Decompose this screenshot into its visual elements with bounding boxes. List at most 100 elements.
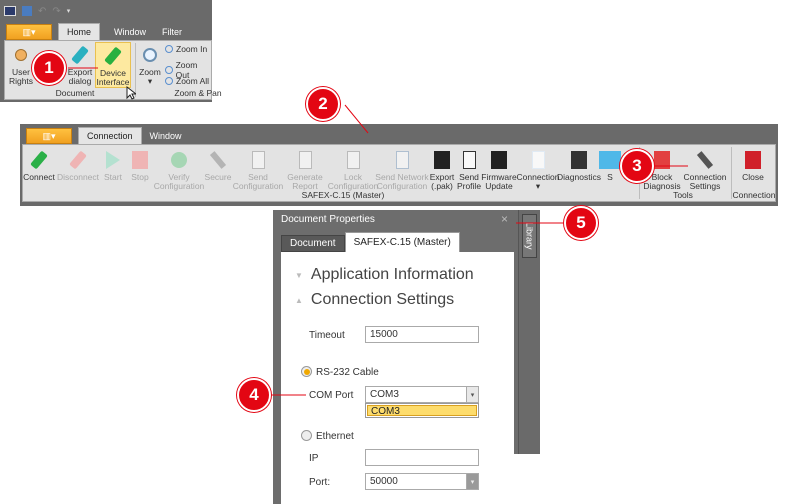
ribbon-button-stop[interactable]: Stop (127, 149, 153, 182)
rs232-label: RS-232 Cable (316, 367, 379, 378)
document-icon (527, 149, 549, 171)
wrench-icon (694, 149, 716, 171)
ribbon-button-connection[interactable]: Connection ▾ (517, 149, 560, 191)
timeout-label: Timeout (309, 330, 345, 341)
export-dialog-button[interactable]: Export dialog (65, 44, 95, 86)
com-port-select[interactable]: COM3 ▾ (365, 386, 479, 403)
callout-2: 2 (306, 87, 340, 121)
tab-window[interactable]: Window (106, 23, 154, 40)
network-document-icon (391, 149, 413, 171)
callout-4: 4 (237, 378, 271, 412)
port-label: Port: (309, 477, 331, 488)
com-port-label: COM Port (309, 390, 354, 401)
collapse-icon: ▲ (295, 295, 303, 305)
document-properties-panel: Document Properties × Document SAFEX-C.1… (273, 210, 538, 504)
app-menu-button[interactable]: ▥▾ (26, 128, 72, 144)
group-label-device: SAFEX-C.15 (Master) (301, 190, 385, 200)
group-label-tools: Tools (673, 190, 693, 200)
diagnostics-icon (568, 149, 590, 171)
ribbon-button-firmware-update[interactable]: Firmware Update (481, 149, 517, 191)
block-diagnosis-icon (651, 149, 673, 171)
plug-red-icon (67, 149, 89, 171)
send-profile-icon (458, 149, 480, 171)
ribbon-button-start[interactable]: Start (101, 149, 125, 182)
chevron-down-icon[interactable]: ▾ (466, 474, 478, 489)
close-icon[interactable]: × (501, 212, 508, 226)
tab-safex-master[interactable]: SAFEX-C.15 (Master) (344, 232, 460, 252)
zoom-all-icon (165, 77, 173, 85)
qat-dropdown-icon[interactable]: ▾ (67, 7, 71, 15)
checkmark-icon (168, 149, 190, 171)
port-select[interactable]: 50000 ▾ (365, 473, 479, 490)
background-gap (508, 454, 538, 504)
ribbon-button-connection-settings[interactable]: Connection Settings (681, 149, 729, 191)
chevron-down-icon[interactable]: ▾ (466, 387, 478, 402)
callout-3: 3 (620, 149, 654, 183)
export-dialog-icon (69, 44, 91, 66)
ribbon-button-send-network-configuration[interactable]: Send Network Configuration (375, 149, 429, 191)
expand-icon: ▼ (295, 270, 303, 280)
timeout-input[interactable]: 15000 (365, 326, 479, 343)
home-ribbon: ↶ ↷ ▾ ▥▾ Home Window Filter User Rights … (0, 0, 222, 102)
magnifier-icon (139, 44, 161, 66)
device-interface-button[interactable]: Device Interface (95, 42, 131, 88)
send-document-icon (247, 149, 269, 171)
group-label-document: Document (55, 88, 95, 98)
app-logo-icon (4, 6, 16, 16)
group-label-connection: Connection (732, 190, 776, 200)
tab-window[interactable]: Window (142, 127, 190, 144)
section-application-information[interactable]: ▼ Application Information (295, 266, 474, 284)
section-connection-settings[interactable]: ▲ Connection Settings (295, 291, 454, 309)
ribbon-button-verify-configuration[interactable]: Verify Configuration (154, 149, 204, 191)
zoom-in-button[interactable]: Zoom In (165, 44, 207, 54)
stop-icon (129, 149, 151, 171)
plug-green-icon (28, 149, 50, 171)
redo-icon[interactable]: ↷ (52, 6, 60, 17)
user-rights-icon (10, 44, 32, 66)
ip-label: IP (309, 453, 319, 464)
ribbon-button-connect[interactable]: Connect (23, 149, 55, 182)
ribbon-button-close[interactable]: Close (731, 149, 775, 182)
zoom-in-icon (165, 45, 173, 53)
undo-icon[interactable]: ↶ (38, 6, 46, 17)
key-icon (207, 149, 229, 171)
tab-filter[interactable]: Filter (154, 23, 190, 40)
tab-connection[interactable]: Connection (78, 127, 142, 144)
ribbon-button-diagnostics[interactable]: Diagnostics (557, 149, 601, 182)
connection-ribbon: ▥▾ Connection Window Connect Disconnect St… (20, 124, 778, 206)
user-rights-button[interactable]: User Rights (7, 44, 35, 86)
callout-1: 1 (32, 51, 66, 85)
ribbon-button-s[interactable]: S (599, 149, 621, 182)
group-label-zoom-pan: Zoom & Pan (174, 88, 222, 98)
ethernet-radio[interactable] (301, 430, 312, 441)
zoom-button[interactable]: Zoom ▾ (138, 44, 162, 86)
radio-selected-dot (303, 368, 310, 375)
tab-document[interactable]: Document (281, 235, 345, 252)
library-tab[interactable]: Library (522, 214, 537, 258)
ribbon-button-send-configuration[interactable]: Send Configuration (233, 149, 283, 191)
ribbon-button-disconnect[interactable]: Disconnect (57, 149, 99, 182)
zoom-all-button[interactable]: Zoom All (165, 76, 209, 86)
ethernet-label: Ethernet (316, 431, 354, 442)
dropdown-option-com3[interactable]: COM3 (367, 405, 477, 417)
com-port-dropdown: COM3 (365, 403, 479, 418)
tab-home[interactable]: Home (58, 23, 101, 40)
zoom-out-icon (165, 66, 173, 74)
ribbon-button-lock-configuration[interactable]: Lock Configuration (328, 149, 378, 191)
callout-5: 5 (564, 206, 598, 240)
report-icon (294, 149, 316, 171)
rs232-radio[interactable] (301, 366, 312, 377)
mouse-cursor-icon (126, 86, 136, 100)
play-icon (102, 149, 124, 171)
ribbon-button-send-profile[interactable]: Send Profile (457, 149, 481, 191)
ribbon-button-export-pak[interactable]: Export (.pak) (429, 149, 455, 191)
save-icon[interactable] (22, 6, 32, 16)
screen-icon (599, 149, 621, 171)
firmware-chip-icon (488, 149, 510, 171)
ip-input[interactable] (365, 449, 479, 466)
ribbon-button-generate-report[interactable]: Generate Report (285, 149, 325, 191)
close-red-icon (742, 149, 764, 171)
app-menu-button[interactable]: ▥▾ (6, 24, 52, 40)
ribbon-button-secure[interactable]: Secure (205, 149, 231, 182)
panel-content: ▼ Application Information ▲ Connection S… (281, 252, 514, 504)
